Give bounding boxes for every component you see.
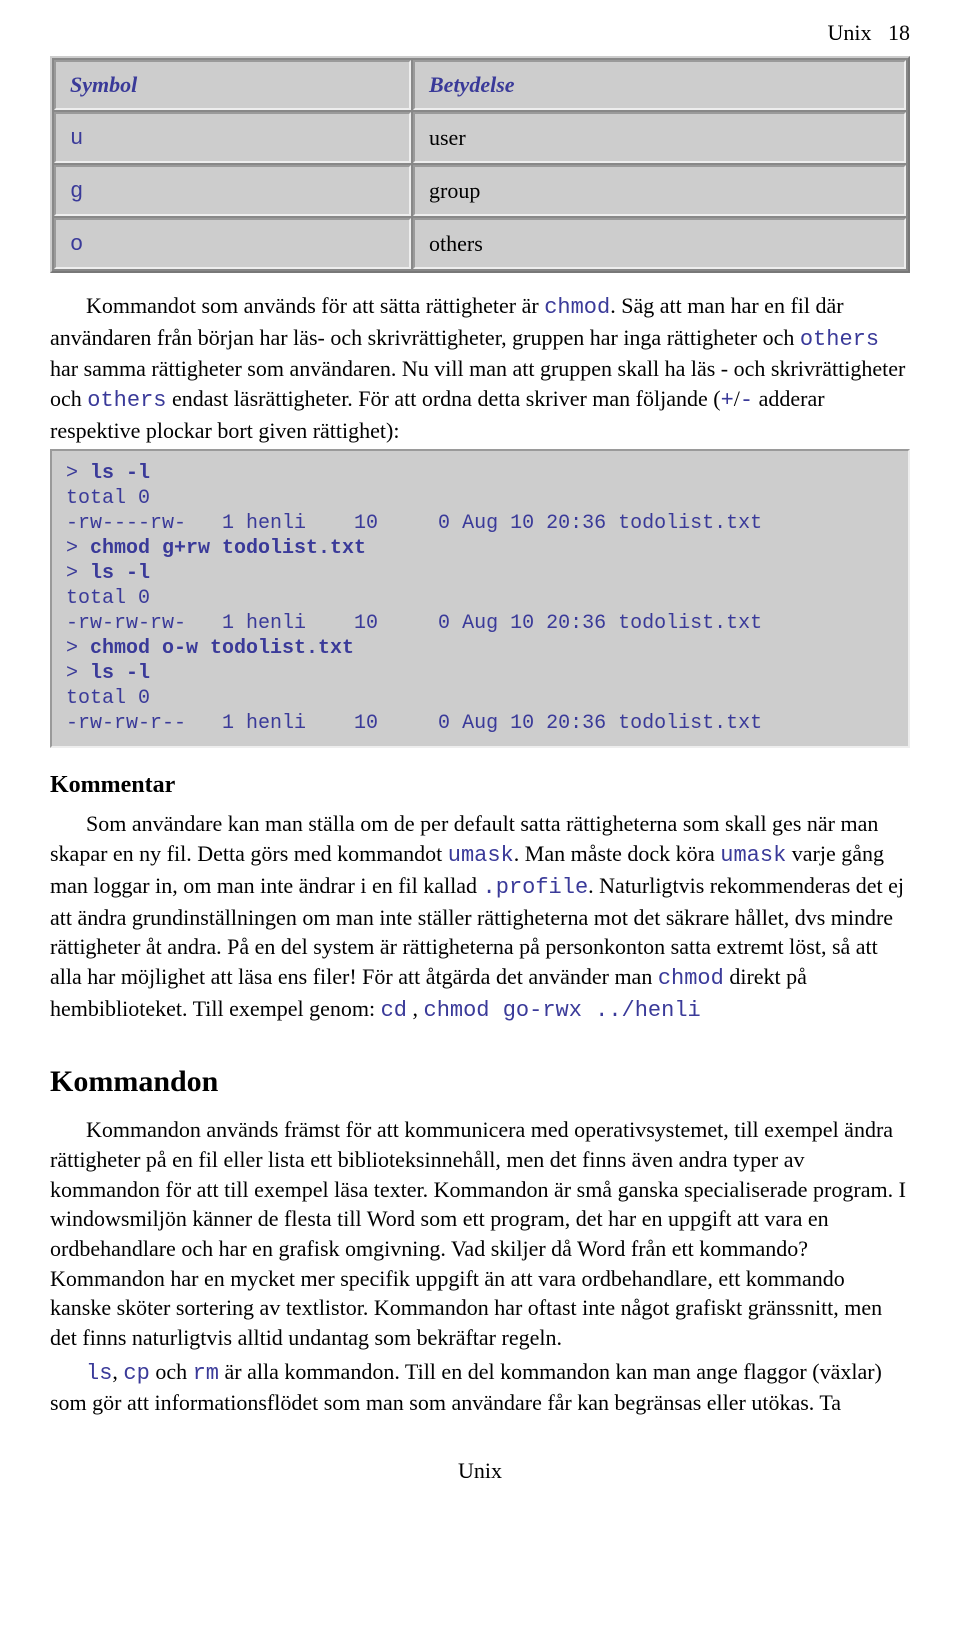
table-header-betydelse: Betydelse [413, 60, 906, 110]
table-row: u user [54, 112, 906, 163]
text: och [150, 1359, 193, 1384]
code-rm: rm [193, 1361, 219, 1386]
command-chmod: chmod o-w todolist.txt [90, 637, 354, 660]
kommandon-heading: Kommandon [50, 1065, 910, 1099]
text: . Man måste dock köra [514, 841, 721, 866]
prompt: > [66, 637, 90, 660]
prompt: > [66, 662, 90, 685]
meaning-cell: user [413, 112, 906, 163]
code-plus: + [721, 388, 734, 413]
command-chmod: chmod g+rw todolist.txt [90, 537, 366, 560]
code-ls: ls [86, 1361, 112, 1386]
meaning-cell: others [413, 218, 906, 269]
kommandon-paragraph-1: Kommandon används främst för att kommuni… [50, 1115, 910, 1353]
code-others: others [800, 327, 879, 352]
symbol-cell: g [70, 179, 83, 204]
meaning-cell: group [413, 165, 906, 216]
code-cd: cd [381, 998, 407, 1023]
code-umask: umask [448, 843, 514, 868]
code-others: others [87, 388, 166, 413]
output: -rw----rw- 1 henli 10 0 Aug 10 20:36 tod… [66, 512, 762, 535]
table-header-symbol: Symbol [54, 60, 411, 110]
output: total 0 [66, 587, 150, 610]
prompt: > [66, 562, 90, 585]
header-page-number: 18 [888, 20, 910, 45]
intro-paragraph: Kommandot som används för att sätta rätt… [50, 291, 910, 445]
command-ls: ls -l [90, 462, 150, 485]
code-chmod-expr: chmod go-rwx ../henli [424, 998, 701, 1023]
prompt: > [66, 537, 90, 560]
command-ls: ls -l [90, 662, 150, 685]
code-cp: cp [123, 1361, 149, 1386]
kommandon-paragraph-2: ls, cp och rm är alla kommandon. Till en… [50, 1357, 910, 1418]
text: , [112, 1359, 123, 1384]
kommentar-paragraph: Som användare kan man ställa om de per d… [50, 809, 910, 1025]
code-minus: - [740, 388, 753, 413]
page-footer: Unix [50, 1458, 910, 1484]
kommentar-heading: Kommentar [50, 772, 910, 799]
output: total 0 [66, 687, 150, 710]
page-header: Unix 18 [50, 20, 910, 46]
prompt: > [66, 462, 90, 485]
code-chmod: chmod [658, 966, 724, 991]
table-row: o others [54, 218, 906, 269]
code-umask: umask [720, 843, 786, 868]
code-chmod: chmod [544, 295, 610, 320]
text: , [407, 996, 424, 1021]
symbol-table: Symbol Betydelse u user g group o others [50, 56, 910, 273]
table-row: g group [54, 165, 906, 216]
command-ls: ls -l [90, 562, 150, 585]
symbol-cell: o [70, 232, 83, 257]
output: -rw-rw-r-- 1 henli 10 0 Aug 10 20:36 tod… [66, 712, 762, 735]
output: -rw-rw-rw- 1 henli 10 0 Aug 10 20:36 tod… [66, 612, 762, 635]
output: total 0 [66, 487, 150, 510]
text: endast läsrättigheter. För att ordna det… [166, 386, 720, 411]
symbol-cell: u [70, 126, 83, 151]
code-profile: .profile [483, 875, 589, 900]
text: Kommandot som används för att sätta rätt… [86, 293, 544, 318]
code-block: > ls -l total 0 -rw----rw- 1 henli 10 0 … [50, 449, 910, 748]
header-title: Unix [828, 20, 872, 45]
